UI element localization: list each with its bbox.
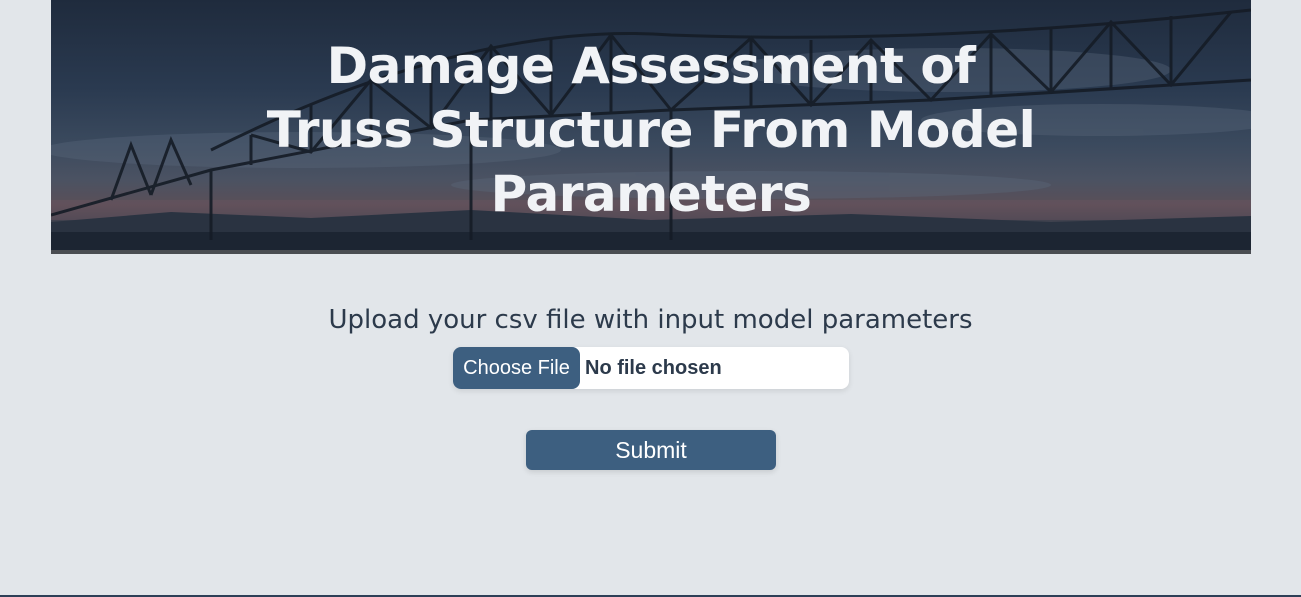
- file-status-text: No file chosen: [585, 356, 722, 379]
- submit-button[interactable]: Submit: [526, 430, 776, 470]
- upload-instructions: Upload your csv file with input model pa…: [328, 305, 973, 335]
- file-upload-input[interactable]: Choose File No file chosen: [453, 347, 849, 389]
- page-title: Damage Assessment of Truss Structure Fro…: [266, 37, 1036, 223]
- choose-file-button[interactable]: Choose File: [453, 347, 580, 389]
- hero-banner: Damage Assessment of Truss Structure Fro…: [51, 0, 1251, 254]
